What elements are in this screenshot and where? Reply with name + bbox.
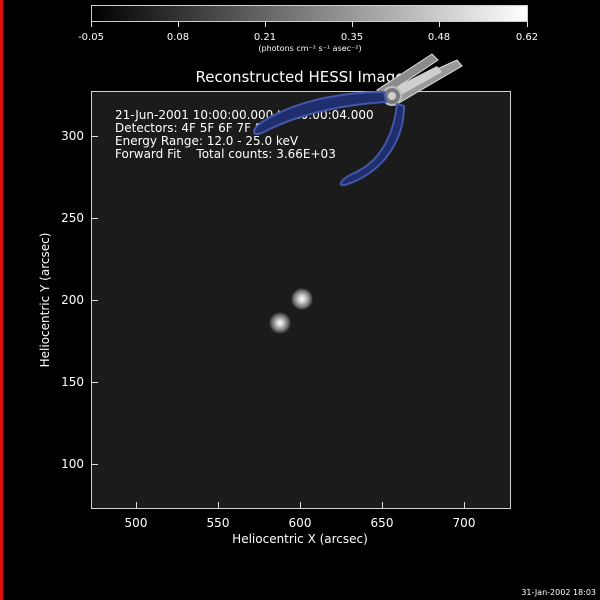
x-tick-label: 700 (452, 516, 476, 530)
x-tick (382, 502, 383, 508)
colorbar-label: 0.08 (166, 32, 190, 43)
source-blob-upper (291, 288, 313, 310)
x-tick (300, 502, 301, 508)
x-axis-title: Heliocentric X (arcsec) (232, 532, 368, 546)
render-timestamp: 31-Jan-2002 18:03 (521, 588, 596, 597)
colorbar-label: 0.21 (253, 32, 277, 43)
y-tick-label: 150 (61, 375, 84, 389)
y-tick-label: 200 (61, 293, 84, 307)
source-blob-lower (269, 312, 291, 334)
colorbar-label: 0.62 (515, 32, 539, 43)
window-left-edge (0, 0, 3, 600)
y-tick-label: 300 (61, 129, 84, 143)
y-tick (92, 136, 98, 137)
y-tick-label: 250 (61, 211, 84, 225)
pliers-icon[interactable] (232, 52, 464, 192)
colorbar-label: 0.48 (427, 32, 451, 43)
colorbar-tick (178, 21, 179, 27)
y-tick (92, 300, 98, 301)
x-tick (218, 502, 219, 508)
x-tick-label: 550 (206, 516, 230, 530)
colorbar-tick (265, 21, 266, 27)
colorbar-label: -0.05 (78, 32, 104, 43)
x-tick (136, 502, 137, 508)
x-tick-label: 600 (288, 516, 312, 530)
colorbar-tick (352, 21, 353, 27)
colorbar-tick (91, 21, 92, 27)
x-tick-label: 500 (124, 516, 148, 530)
y-tick-label: 100 (61, 457, 84, 471)
y-tick (92, 382, 98, 383)
x-tick (464, 502, 465, 508)
colorbar (91, 5, 528, 22)
y-axis-title: Heliocentric Y (arcsec) (38, 232, 52, 368)
colorbar-tick (439, 21, 440, 27)
colorbar-label: 0.35 (340, 32, 364, 43)
y-tick (92, 218, 98, 219)
x-tick-label: 650 (370, 516, 394, 530)
y-tick (92, 464, 98, 465)
colorbar-tick (527, 21, 528, 27)
